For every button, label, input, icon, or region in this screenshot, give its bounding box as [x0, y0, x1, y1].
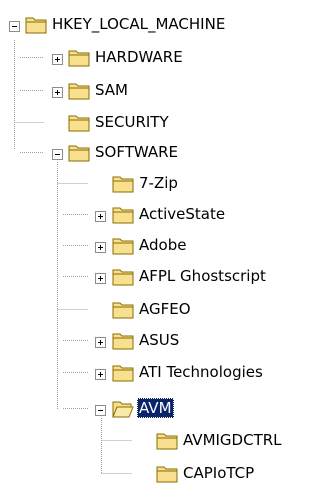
tree-node-avmigdctrl[interactable]: AVMIGDCTRL [0, 428, 323, 454]
tree-node-label: AFPL Ghostscript [139, 267, 266, 285]
tree-node-label: ATI Technologies [139, 363, 263, 381]
tree-node-label: Adobe [139, 236, 187, 254]
folder-icon [156, 433, 178, 450]
expand-toggle-icon[interactable] [95, 337, 106, 348]
tree-node-activestate[interactable]: ActiveState [0, 202, 323, 228]
tree-node-label: CAPIoTCP [183, 464, 255, 482]
tree-node-asus[interactable]: ASUS [0, 328, 323, 354]
tree-node-agfeo[interactable]: AGFEO [0, 297, 323, 323]
expand-toggle-icon[interactable] [95, 211, 106, 222]
tree-node-capiotcp[interactable]: CAPIoTCP [0, 461, 323, 487]
folder-icon [112, 365, 134, 382]
folder-open-icon [112, 401, 134, 418]
tree-node-label: SOFTWARE [95, 143, 179, 161]
folder-icon [25, 17, 47, 34]
tree-node-label: SAM [95, 81, 129, 99]
folder-icon [68, 83, 90, 100]
tree-node-label: ASUS [139, 331, 180, 349]
tree-node-label: HARDWARE [95, 48, 183, 66]
tree-node-label-selected: AVM [137, 398, 174, 418]
folder-icon [112, 302, 134, 319]
tree-node-security[interactable]: SECURITY [0, 110, 323, 136]
tree-node-hardware[interactable]: HARDWARE [0, 45, 323, 71]
folder-icon [112, 176, 134, 193]
expand-toggle-icon[interactable] [95, 273, 106, 284]
tree-node-label: HKEY_LOCAL_MACHINE [52, 15, 226, 33]
folder-icon [112, 207, 134, 224]
folder-icon [112, 333, 134, 350]
tree-node-7-zip[interactable]: 7-Zip [0, 171, 323, 197]
tree-node-avm[interactable]: AVM [0, 396, 323, 422]
collapse-toggle-icon[interactable] [95, 405, 106, 416]
tree-node-label: SECURITY [95, 113, 169, 131]
folder-icon [156, 466, 178, 483]
tree-node-label: ActiveState [139, 205, 226, 223]
tree-node-afpl-ghostscript[interactable]: AFPL Ghostscript [0, 264, 323, 290]
tree-node-sam[interactable]: SAM [0, 78, 323, 104]
folder-icon [68, 115, 90, 132]
folder-icon [68, 145, 90, 162]
expand-toggle-icon[interactable] [95, 369, 106, 380]
tree-node-label: AVMIGDCTRL [183, 431, 282, 449]
registry-tree-view: { "colors": { "selection": "#0a246a", "f… [0, 0, 323, 483]
folder-icon [112, 238, 134, 255]
folder-icon [68, 50, 90, 67]
tree-node-label: AGFEO [139, 300, 191, 318]
collapse-toggle-icon[interactable] [52, 149, 63, 160]
tree-node-software[interactable]: SOFTWARE [0, 140, 323, 166]
tree-node-adobe[interactable]: Adobe [0, 233, 323, 259]
expand-toggle-icon[interactable] [95, 242, 106, 253]
tree-node-label: 7-Zip [139, 174, 178, 192]
tree-node-hkey-local-machine[interactable]: HKEY_LOCAL_MACHINE [0, 12, 323, 38]
tree-node-ati-technologies[interactable]: ATI Technologies [0, 360, 323, 386]
collapse-toggle-icon[interactable] [9, 21, 20, 32]
folder-icon [112, 269, 134, 286]
expand-toggle-icon[interactable] [52, 54, 63, 65]
expand-toggle-icon[interactable] [52, 87, 63, 98]
